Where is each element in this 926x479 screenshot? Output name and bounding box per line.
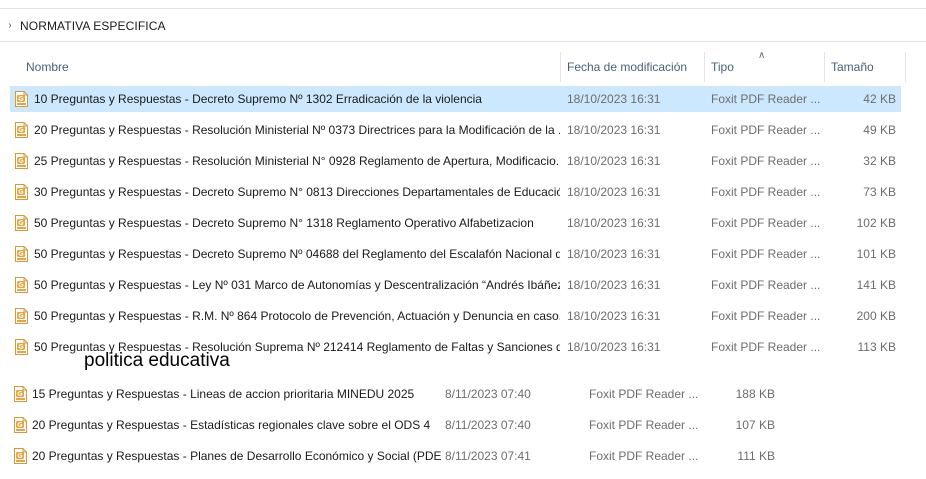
foxit-pdf-file-icon — [15, 184, 28, 200]
file-date: 18/10/2023 16:31 — [567, 92, 661, 106]
file-row[interactable]: 20 Preguntas y Respuestas - Planes de De… — [9, 443, 789, 469]
file-date: 8/11/2023 07:41 — [445, 449, 531, 463]
column-header-name[interactable]: Nombre — [20, 52, 560, 82]
file-date: 18/10/2023 16:31 — [567, 123, 661, 137]
file-date: 18/10/2023 16:31 — [567, 309, 661, 323]
column-header-size[interactable]: Tamaño — [825, 52, 905, 82]
file-type: Foxit PDF Reader ... — [711, 340, 821, 354]
file-name: 20 Preguntas y Respuestas - Resolución M… — [34, 123, 560, 137]
file-date: 18/10/2023 16:31 — [567, 216, 661, 230]
column-divider[interactable] — [905, 52, 906, 82]
foxit-pdf-file-icon — [15, 277, 28, 293]
file-size: 111 KB — [737, 449, 775, 463]
file-name: 15 Preguntas y Respuestas - Lineas de ac… — [32, 387, 415, 401]
foxit-pdf-file-icon — [15, 215, 28, 231]
foxit-pdf-file-icon — [15, 308, 28, 324]
file-size: 141 KB — [856, 278, 896, 292]
foxit-pdf-file-icon — [14, 386, 27, 402]
foxit-pdf-file-icon — [15, 339, 28, 355]
file-size: 200 KB — [856, 309, 896, 323]
column-header-date[interactable]: Fecha de modificación — [561, 52, 704, 82]
file-row[interactable]: 20 Preguntas y Respuestas - Estadísticas… — [9, 412, 789, 438]
file-type: Foxit PDF Reader ... — [711, 123, 821, 137]
file-date: 18/10/2023 16:31 — [567, 340, 661, 354]
file-type: Foxit PDF Reader ... — [711, 309, 821, 323]
file-type: Foxit PDF Reader ... — [711, 216, 821, 230]
file-name: 50 Preguntas y Respuestas - Ley Nº 031 M… — [34, 278, 560, 292]
file-size: 49 KB — [863, 123, 896, 137]
file-name: 20 Preguntas y Respuestas - Planes de De… — [32, 449, 442, 463]
file-type: Foxit PDF Reader ... — [711, 278, 821, 292]
file-type: Foxit PDF Reader ... — [711, 247, 821, 261]
column-header-row: Nombre Fecha de modificación Tipo ∧ Tama… — [0, 50, 926, 82]
foxit-pdf-file-icon — [15, 153, 28, 169]
foxit-pdf-file-icon — [14, 417, 27, 433]
file-row[interactable]: 20 Preguntas y Respuestas - Resolución M… — [10, 117, 901, 143]
file-type: Foxit PDF Reader ... — [589, 387, 699, 401]
file-type: Foxit PDF Reader ... — [711, 92, 821, 106]
file-date: 18/10/2023 16:31 — [567, 154, 661, 168]
file-type: Foxit PDF Reader ... — [589, 449, 699, 463]
file-name: 25 Preguntas y Respuestas - Resolución M… — [34, 154, 560, 168]
file-date: 18/10/2023 16:31 — [567, 278, 661, 292]
file-row[interactable]: 30 Preguntas y Respuestas - Decreto Supr… — [10, 179, 901, 205]
foxit-pdf-file-icon — [15, 122, 28, 138]
file-date: 18/10/2023 16:31 — [567, 185, 661, 199]
file-date: 8/11/2023 07:40 — [445, 418, 531, 432]
file-size: 73 KB — [863, 185, 896, 199]
file-type: Foxit PDF Reader ... — [711, 154, 821, 168]
file-size: 113 KB — [857, 340, 896, 354]
file-type: Foxit PDF Reader ... — [711, 185, 821, 199]
file-name: 10 Preguntas y Respuestas - Decreto Supr… — [34, 92, 482, 106]
file-size: 102 KB — [856, 216, 896, 230]
file-type: Foxit PDF Reader ... — [589, 418, 699, 432]
file-date: 18/10/2023 16:31 — [567, 247, 661, 261]
foxit-pdf-file-icon — [14, 448, 27, 464]
breadcrumb-folder[interactable]: NORMATIVA ESPECIFICA — [20, 19, 166, 33]
breadcrumb: › NORMATIVA ESPECIFICA — [0, 10, 926, 42]
file-name: 50 Preguntas y Respuestas - Decreto Supr… — [34, 216, 534, 230]
file-name: 50 Preguntas y Respuestas - R.M. Nº 864 … — [34, 309, 560, 323]
file-name: 30 Preguntas y Respuestas - Decreto Supr… — [34, 185, 560, 199]
file-size: 101 KB — [856, 247, 896, 261]
file-row[interactable]: 15 Preguntas y Respuestas - Lineas de ac… — [9, 381, 789, 407]
file-row[interactable]: 25 Preguntas y Respuestas - Resolución M… — [10, 148, 901, 174]
file-row[interactable]: 50 Preguntas y Respuestas - Ley Nº 031 M… — [10, 272, 901, 298]
file-size: 32 KB — [863, 154, 896, 168]
file-date: 8/11/2023 07:40 — [445, 387, 531, 401]
file-row[interactable]: 50 Preguntas y Respuestas - R.M. Nº 864 … — [10, 303, 901, 329]
file-name: 50 Preguntas y Respuestas - Decreto Supr… — [34, 247, 560, 261]
file-row[interactable]: 50 Preguntas y Respuestas - Decreto Supr… — [10, 210, 901, 236]
foxit-pdf-file-icon — [15, 91, 28, 107]
chevron-right-icon[interactable]: › — [0, 20, 20, 31]
file-row[interactable]: 50 Preguntas y Respuestas - Decreto Supr… — [10, 241, 901, 267]
file-row[interactable]: 10 Preguntas y Respuestas - Decreto Supr… — [10, 86, 901, 112]
sort-up-icon: ∧ — [758, 50, 766, 61]
file-size: 188 KB — [735, 387, 775, 401]
overlay-caption: politica educativa — [84, 350, 230, 371]
file-name: 20 Preguntas y Respuestas - Estadísticas… — [32, 418, 431, 432]
file-size: 107 KB — [735, 418, 775, 432]
foxit-pdf-file-icon — [15, 246, 28, 262]
file-size: 42 KB — [863, 92, 896, 106]
top-divider — [0, 8, 926, 9]
